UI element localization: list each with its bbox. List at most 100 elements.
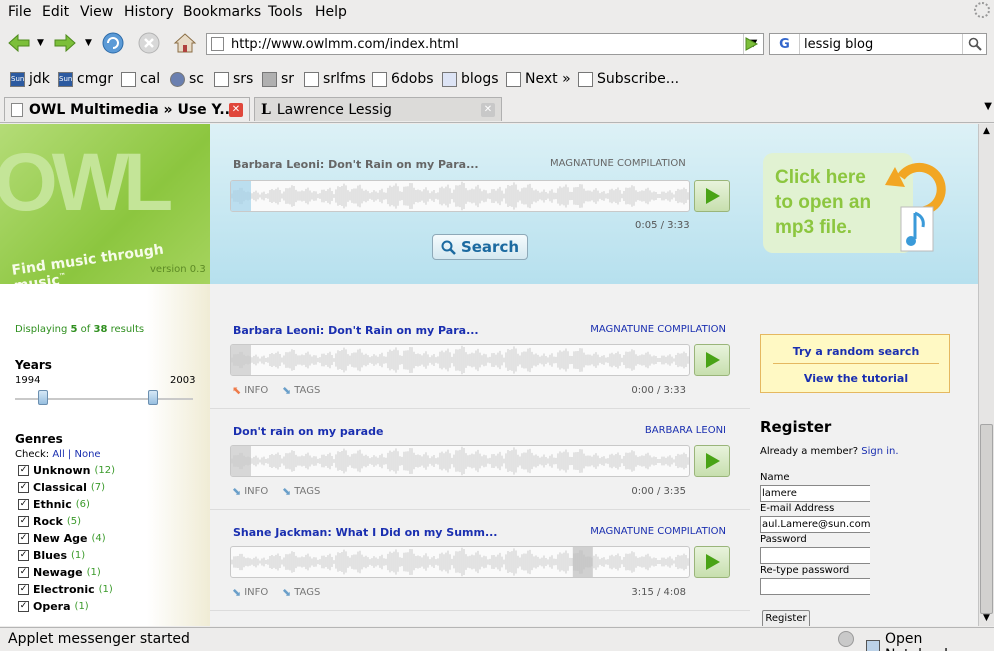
years-slider-min-handle[interactable] [38, 390, 48, 405]
info-toggle[interactable]: ⬉ INFO [232, 384, 268, 397]
menu-edit[interactable]: Edit [42, 4, 69, 20]
checkbox-checked-icon[interactable]: ✓ [18, 499, 29, 510]
home-button[interactable] [172, 30, 200, 58]
track-play-button[interactable] [694, 445, 730, 477]
stop-button[interactable] [136, 30, 164, 58]
track-waveform[interactable] [230, 445, 690, 477]
open-notebook-button[interactable]: Open Notebook [866, 631, 994, 651]
check-none-link[interactable]: None [74, 449, 100, 460]
check-all-link[interactable]: All [52, 449, 64, 460]
search-icon[interactable] [962, 34, 986, 54]
genre-item[interactable]: ✓ Unknown (12) [18, 464, 115, 477]
open-mp3-button[interactable]: Click here to open an mp3 file. [763, 153, 946, 253]
genre-item[interactable]: ✓ Ethnic (6) [18, 498, 90, 511]
menu-bookmarks[interactable]: Bookmarks [183, 4, 261, 20]
close-tab-icon[interactable]: ✕ [481, 103, 495, 117]
bookmark-blogs[interactable]: blogs [442, 71, 499, 87]
sign-in-link[interactable]: Sign in. [861, 446, 898, 457]
tab-owl-multimedia[interactable]: OWL Multimedia » Use Y... ✕ [4, 97, 250, 121]
bookmark-sc[interactable]: sc [170, 71, 204, 87]
scroll-up-icon[interactable]: ▲ [979, 124, 994, 139]
info-toggle[interactable]: ⬊ INFO [232, 586, 268, 599]
checkbox-checked-icon[interactable]: ✓ [18, 550, 29, 561]
status-text: Applet messenger started [8, 631, 190, 647]
track-play-button[interactable] [694, 344, 730, 376]
sr-icon [262, 71, 277, 87]
menu-help[interactable]: Help [315, 4, 347, 20]
menu-history[interactable]: History [124, 4, 174, 20]
random-search-link[interactable]: Try a random search [761, 345, 951, 358]
owl-logo[interactable]: OWL Find music through music™ version 0.… [0, 124, 210, 295]
genre-item[interactable]: ✓ New Age (4) [18, 532, 106, 545]
bookmark-sr[interactable]: sr [262, 71, 294, 87]
google-engine-icon[interactable]: G [770, 34, 800, 54]
page-scrollbar[interactable]: ▲ ▼ [978, 124, 994, 626]
back-dropdown-icon[interactable]: ▼ [37, 38, 44, 48]
retype-password-input[interactable] [760, 578, 870, 595]
menu-file[interactable]: File [8, 4, 31, 20]
track-row: Shane Jackman: What I Did on my Summ... … [210, 510, 750, 611]
checkbox-checked-icon[interactable]: ✓ [18, 482, 29, 493]
track-title[interactable]: Barbara Leoni: Don't Rain on my Para... [233, 324, 479, 337]
genre-item[interactable]: ✓ Rock (5) [18, 515, 81, 528]
bookmark-jdk[interactable]: Sun jdk [10, 71, 50, 87]
tags-toggle[interactable]: ⬊ TAGS [282, 485, 320, 498]
track-artist[interactable]: BARBARA LEONI [645, 425, 726, 436]
tags-label: TAGS [294, 587, 321, 598]
bookmark-6dobs[interactable]: 6dobs [372, 71, 434, 87]
search-icon [441, 240, 456, 255]
checkbox-checked-icon[interactable]: ✓ [18, 516, 29, 527]
menu-tools[interactable]: Tools [268, 4, 303, 20]
bookmark-srs[interactable]: srs [214, 71, 253, 87]
now-playing-play-button[interactable] [694, 180, 730, 212]
bookmark-cal[interactable]: cal [121, 71, 160, 87]
checkbox-checked-icon[interactable]: ✓ [18, 601, 29, 612]
bookmark-cmgr[interactable]: Sun cmgr [58, 71, 113, 87]
genre-item[interactable]: ✓ Classical (7) [18, 481, 105, 494]
track-waveform[interactable] [230, 344, 690, 376]
password-input[interactable] [760, 547, 870, 564]
years-slider-max-handle[interactable] [148, 390, 158, 405]
bookmark-next[interactable]: Next » [506, 71, 571, 87]
go-button[interactable] [738, 33, 764, 55]
sc-icon [170, 71, 185, 87]
genre-item[interactable]: ✓ Newage (1) [18, 566, 101, 579]
tags-toggle[interactable]: ⬊ TAGS [282, 384, 320, 397]
track-artist[interactable]: MAGNATUNE COMPILATION [590, 324, 726, 335]
bookmark-srlfms[interactable]: srlfms [304, 71, 366, 87]
track-artist[interactable]: MAGNATUNE COMPILATION [590, 526, 726, 537]
tags-toggle[interactable]: ⬊ TAGS [282, 586, 320, 599]
close-tab-icon[interactable]: ✕ [229, 103, 243, 117]
menu-view[interactable]: View [80, 4, 113, 20]
url-bar[interactable]: http://www.owlmm.com/index.html ▼ [206, 33, 764, 55]
search-button[interactable]: Search [432, 234, 528, 260]
genre-item[interactable]: ✓ Electronic (1) [18, 583, 113, 596]
scroll-down-icon[interactable]: ▼ [979, 611, 994, 626]
tab-list-icon[interactable]: ▼ [984, 101, 992, 112]
track-title[interactable]: Shane Jackman: What I Did on my Summ... [233, 526, 498, 539]
search-bar[interactable]: G lessig blog [769, 33, 987, 55]
now-playing-waveform[interactable] [230, 180, 690, 212]
back-button[interactable] [6, 30, 34, 58]
register-button[interactable]: Register [762, 610, 810, 626]
track-title[interactable]: Don't rain on my parade [233, 425, 383, 438]
info-toggle[interactable]: ⬊ INFO [232, 485, 268, 498]
checkbox-checked-icon[interactable]: ✓ [18, 584, 29, 595]
reload-button[interactable] [100, 30, 128, 58]
checkbox-checked-icon[interactable]: ✓ [18, 567, 29, 578]
track-waveform[interactable] [230, 546, 690, 578]
track-play-button[interactable] [694, 546, 730, 578]
genre-item[interactable]: ✓ Opera (1) [18, 600, 89, 613]
email-input[interactable]: aul.Lamere@sun.comt [760, 516, 870, 533]
member-text: Already a member? Sign in. [760, 446, 899, 457]
scroll-thumb[interactable] [980, 424, 993, 614]
name-input[interactable]: lamere [760, 485, 870, 502]
tab-lawrence-lessig[interactable]: L Lawrence Lessig ✕ [254, 97, 502, 121]
forward-button[interactable] [52, 30, 80, 58]
forward-dropdown-icon[interactable]: ▼ [85, 38, 92, 48]
tutorial-link[interactable]: View the tutorial [761, 372, 951, 385]
checkbox-checked-icon[interactable]: ✓ [18, 533, 29, 544]
bookmark-subscribe[interactable]: Subscribe... [578, 71, 679, 87]
checkbox-checked-icon[interactable]: ✓ [18, 465, 29, 476]
genre-item[interactable]: ✓ Blues (1) [18, 549, 85, 562]
